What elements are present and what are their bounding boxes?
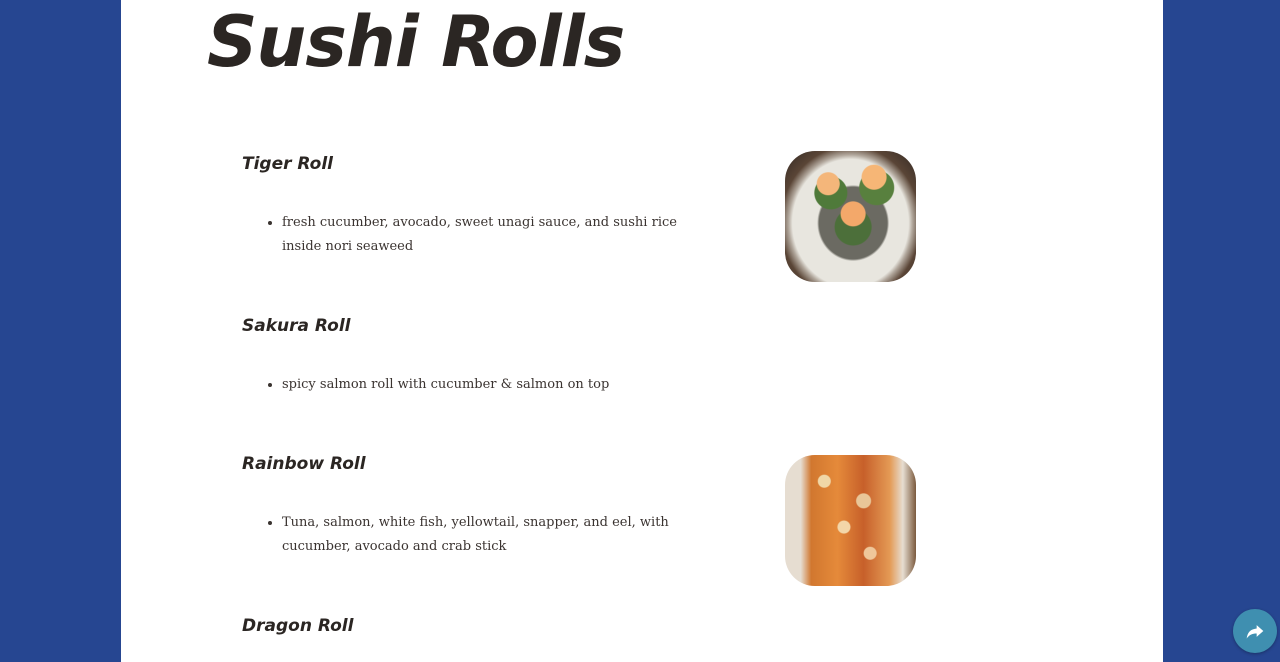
- roll-name: Sakura Roll: [242, 316, 351, 336]
- roll-description: Tuna, salmon, white fish, yellowtail, sn…: [282, 511, 682, 559]
- roll-description-list: Tuna, salmon, white fish, yellowtail, sn…: [242, 511, 682, 559]
- menu-item-tiger-roll: Tiger Roll fresh cucumber, avocado, swee…: [242, 152, 762, 254]
- roll-name: Rainbow Roll: [242, 454, 366, 474]
- tiger-roll-photo: [785, 151, 916, 282]
- rainbow-roll-photo: [785, 455, 916, 586]
- share-button[interactable]: [1233, 609, 1277, 653]
- roll-name: Tiger Roll: [242, 154, 334, 174]
- share-arrow-icon: [1246, 625, 1264, 639]
- roll-description: spicy salmon roll with cucumber & salmon…: [282, 373, 682, 397]
- roll-description-list: fresh cucumber, avocado, sweet unagi sau…: [242, 211, 682, 259]
- roll-description-list: spicy salmon roll with cucumber & salmon…: [242, 373, 682, 397]
- roll-description: fresh cucumber, avocado, sweet unagi sau…: [282, 211, 682, 259]
- page-content: Sushi Rolls Tiger Roll fresh cucumber, a…: [121, 0, 1163, 662]
- menu-item-sakura-roll: Sakura Roll spicy salmon roll with cucum…: [242, 314, 762, 392]
- roll-name: Dragon Roll: [242, 616, 354, 636]
- menu-item-rainbow-roll: Rainbow Roll Tuna, salmon, white fish, y…: [242, 452, 762, 554]
- page-title: Sushi Rolls: [207, 1, 625, 83]
- menu-item-dragon-roll: Dragon Roll: [242, 614, 762, 638]
